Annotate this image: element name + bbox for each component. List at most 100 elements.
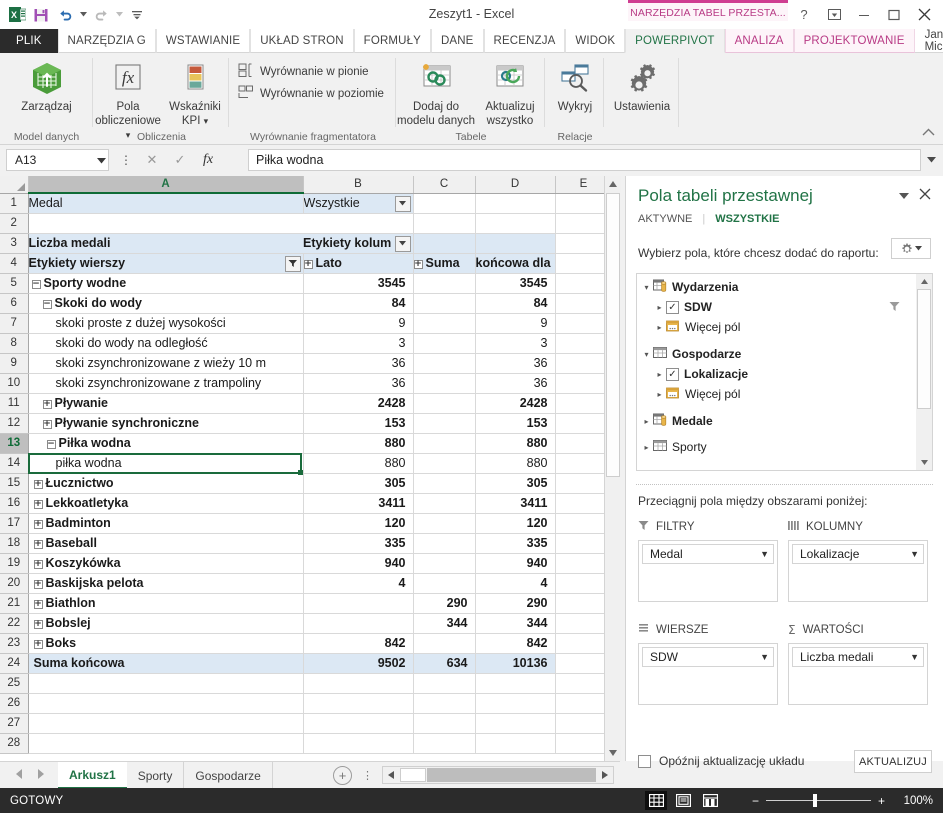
cell-b2[interactable] (303, 213, 414, 234)
settings-button[interactable]: Ustawienia (605, 56, 679, 114)
cell-a7[interactable]: skoki proste z dużej wysokości (28, 313, 304, 334)
cell-d27[interactable] (475, 713, 556, 734)
undo-dropdown-icon[interactable] (78, 4, 88, 26)
detect-button[interactable]: Wykryj (546, 56, 604, 114)
cell-c19[interactable] (413, 553, 476, 574)
cell-c13[interactable] (413, 433, 476, 454)
cell-a15[interactable]: + Łucznictwo (28, 473, 304, 494)
row-header-15[interactable]: 15 (0, 473, 29, 494)
chevron-right-icon[interactable]: ▸ (653, 323, 666, 332)
field-item-lokalizacje[interactable]: ▸ ✓ Lokalizacje (637, 364, 918, 384)
sheet-tab-arkusz1[interactable]: Arkusz1 (58, 762, 127, 789)
cell-c12[interactable] (413, 413, 476, 434)
cell-b1[interactable]: Wszystkie (303, 193, 414, 214)
collapse-skoki-do-wody-icon[interactable]: − (42, 300, 52, 309)
column-labels-dropdown-icon[interactable] (394, 235, 411, 252)
zoom-level-label[interactable]: 100% (904, 788, 933, 813)
cell-a10[interactable]: skoki zsynchronizowane z trampoliny (28, 373, 304, 394)
pane-tab-wszystkie[interactable]: WSZYSTKIE (715, 213, 779, 225)
grid-vertical-scrollbar[interactable] (604, 176, 621, 761)
field-checkbox-lokalizacje[interactable]: ✓ (666, 367, 679, 381)
expand-baseball-icon[interactable]: + (33, 540, 43, 549)
field-list-scroll-down-icon[interactable] (917, 456, 931, 469)
row-header-17[interactable]: 17 (0, 513, 29, 534)
row-header-22[interactable]: 22 (0, 613, 29, 634)
minimize-icon[interactable] (849, 3, 879, 27)
cell-b18[interactable]: 335 (303, 533, 414, 554)
cell-b8[interactable]: 3 (303, 333, 414, 354)
cell-a6[interactable]: − Skoki do wody (28, 293, 304, 314)
cell-b19[interactable]: 940 (303, 553, 414, 574)
align-horizontal-button[interactable]: Wyrównanie w poziomie (238, 83, 384, 105)
scroll-down-icon[interactable] (605, 745, 621, 761)
scroll-right-icon[interactable] (597, 767, 613, 783)
field-item-sdw[interactable]: ▸ ✓ SDW (637, 297, 918, 317)
tab-uklad-stron[interactable]: UKŁAD STRON (250, 29, 354, 53)
column-header-b[interactable]: B (303, 176, 414, 194)
cell-c4[interactable]: + Suma (413, 253, 476, 274)
cell-b9[interactable]: 36 (303, 353, 414, 374)
expand-lekkoatletyka-icon[interactable]: + (33, 500, 43, 509)
align-vertical-button[interactable]: Wyrównanie w pionie (238, 61, 384, 83)
zone-item-liczba-medali[interactable]: Liczba medali ▼ (792, 647, 924, 667)
save-icon[interactable] (30, 4, 52, 26)
row-header-10[interactable]: 10 (0, 373, 29, 394)
field-item-wiecej-pol-2[interactable]: ▸ Więcej pól (637, 384, 918, 404)
horizontal-scrollbar-track[interactable] (427, 768, 596, 782)
cell-d12[interactable]: 153 (475, 413, 556, 434)
cell-c27[interactable] (413, 713, 476, 734)
formula-bar-overflow-icon[interactable]: ⋮ (118, 149, 134, 171)
cell-d25[interactable] (475, 673, 556, 694)
cell-a9[interactable]: skoki zsynchronizowane z wieży 10 m (28, 353, 304, 374)
chevron-right-icon[interactable]: ▸ (653, 370, 666, 379)
row-header-18[interactable]: 18 (0, 533, 29, 554)
cell-d16[interactable]: 3411 (475, 493, 556, 514)
pane-tab-aktywne[interactable]: AKTYWNE (638, 213, 692, 225)
cell-c28[interactable] (413, 733, 476, 754)
page-break-view-icon[interactable] (699, 791, 721, 810)
sheet-tab-sporty[interactable]: Sporty (127, 762, 185, 789)
cell-a3[interactable]: Liczba medali (28, 233, 303, 254)
chevron-right-icon[interactable]: ▸ (653, 303, 666, 312)
cell-b23[interactable]: 842 (303, 633, 414, 654)
cell-c7[interactable] (413, 313, 476, 334)
cell-c23[interactable] (413, 633, 476, 654)
cell-d7[interactable]: 9 (475, 313, 556, 334)
cell-d3[interactable] (475, 233, 556, 254)
zone-wartosci-box[interactable]: Liczba medali ▼ (788, 643, 928, 705)
field-list-scrollbar-thumb[interactable] (917, 289, 931, 409)
close-icon[interactable] (909, 3, 939, 27)
tab-recenzja[interactable]: RECENZJA (483, 29, 566, 53)
filter-dropdown-icon[interactable] (394, 195, 411, 212)
cell-c5[interactable] (413, 273, 476, 294)
field-list[interactable]: ▾ Wydarzenia ▸ ✓ SDW ▸ Więcej pól ▾ Gosp… (636, 273, 933, 471)
expand-boks-icon[interactable]: + (33, 640, 43, 649)
pane-close-icon[interactable] (919, 188, 931, 203)
cell-d4[interactable]: końcowa dla (475, 253, 556, 274)
filter-icon[interactable] (889, 301, 900, 315)
cell-d28[interactable] (475, 733, 556, 754)
zone-item-dropdown-icon[interactable]: ▼ (910, 549, 919, 559)
cell-a19[interactable]: + Koszykówka (28, 553, 304, 574)
expand-baskijska-pelota-icon[interactable]: + (33, 580, 43, 589)
kpi-button[interactable]: Wskaźniki KPI ▾ (162, 56, 228, 128)
expand-plywanie-icon[interactable]: + (42, 400, 52, 409)
accept-icon[interactable]: ✓ (166, 149, 194, 171)
cell-d22[interactable]: 344 (475, 613, 556, 634)
tab-plik[interactable]: PLIK (0, 29, 58, 53)
zone-item-medal[interactable]: Medal ▼ (642, 544, 774, 564)
zone-item-dropdown-icon[interactable]: ▼ (760, 549, 769, 559)
field-group-medale[interactable]: ▸ Medale (637, 411, 918, 431)
cell-b28[interactable] (303, 733, 414, 754)
row-header-24[interactable]: 24 (0, 653, 29, 674)
cell-b6[interactable]: 84 (303, 293, 414, 314)
cell-c18[interactable] (413, 533, 476, 554)
zone-item-dropdown-icon[interactable]: ▼ (760, 652, 769, 662)
cell-d11[interactable]: 2428 (475, 393, 556, 414)
cell-d21[interactable]: 290 (475, 593, 556, 614)
chevron-down-icon[interactable]: ▾ (640, 350, 653, 359)
cell-d23[interactable]: 842 (475, 633, 556, 654)
cell-b14[interactable]: 880 (303, 453, 414, 474)
update-button[interactable]: AKTUALIZUJ (854, 750, 932, 773)
add-to-data-model-button[interactable]: Dodaj do modelu danych (397, 56, 475, 128)
